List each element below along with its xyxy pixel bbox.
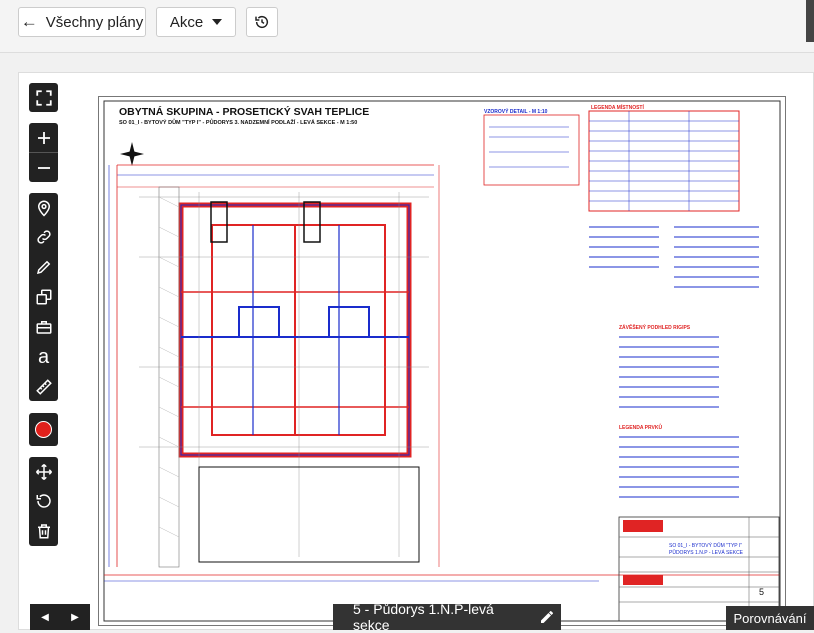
fullscreen-icon — [35, 89, 52, 106]
edit-tool-group — [29, 457, 58, 546]
edit-plan-button[interactable] — [533, 609, 561, 625]
history-button[interactable] — [246, 7, 278, 37]
elements-legend-title: LEGENDA PRVKŮ — [619, 425, 663, 431]
triangle-left-icon: ◀ — [41, 611, 49, 623]
pencil-icon — [540, 611, 553, 623]
previous-plan-button[interactable]: ◀ — [30, 604, 60, 630]
compass-icon — [120, 142, 144, 166]
measure-tool-button[interactable] — [29, 372, 58, 401]
plus-icon — [37, 131, 50, 144]
link-tool-button[interactable] — [29, 222, 58, 252]
zoom-out-button[interactable] — [29, 153, 58, 182]
color-tool-group — [29, 413, 58, 446]
pin-tool-button[interactable] — [29, 193, 58, 222]
sheet-number: 5 — [759, 587, 765, 597]
link-icon — [36, 230, 51, 244]
toolbox-tool-button[interactable] — [29, 312, 58, 342]
actions-dropdown[interactable]: Akce — [156, 7, 236, 37]
plan-sheet[interactable]: OBYTNÁ SKUPINA - PROSETICKÝ SVAH TEPLICE… — [98, 96, 786, 626]
shapes-icon — [36, 289, 51, 305]
stamp-line-1: SO 01_I - BYTOVÝ DŮM "TYP I" — [669, 543, 743, 549]
current-plan-label: 5 - Půdorys 1.N.P-levá sekce — [353, 601, 494, 633]
text-tool-button[interactable]: a — [29, 342, 58, 372]
top-right-panel-edge — [806, 0, 814, 42]
move-tool-button[interactable] — [29, 457, 58, 486]
current-plan-bar: 5 - Půdorys 1.N.P-levá sekce — [333, 601, 561, 633]
pencil-tool-button[interactable] — [29, 252, 58, 282]
rotate-tool-button[interactable] — [29, 486, 58, 516]
map-pin-icon — [37, 200, 50, 217]
trash-icon — [37, 524, 50, 539]
sheet-subtitle: SO 01_I - BYTOVÝ DŮM "TYP I" - PŮDORYS 3… — [119, 120, 358, 126]
compare-button[interactable]: Porovnávání — [726, 606, 814, 630]
all-plans-button[interactable]: ← Všechny plány — [18, 7, 146, 37]
next-plan-button[interactable]: ▶ — [60, 604, 90, 630]
zoom-tool-group — [29, 123, 58, 182]
page-navigation: ◀ ▶ — [30, 604, 90, 630]
legend-title: LEGENDA MÍSTNOSTÍ — [591, 105, 644, 111]
actions-label: Akce — [169, 13, 204, 31]
fullscreen-tool-group — [29, 83, 58, 112]
annotation-tool-group: a — [29, 193, 58, 401]
all-plans-label: Všechny plány — [45, 13, 144, 31]
triangle-right-icon: ▶ — [71, 611, 79, 623]
zoom-in-button[interactable] — [29, 123, 58, 153]
shape-tool-button[interactable] — [29, 282, 58, 312]
pencil-icon — [36, 260, 50, 275]
arrow-left-icon: ← — [20, 12, 38, 31]
color-picker-button[interactable] — [29, 413, 58, 446]
ruler-icon — [35, 378, 52, 395]
red-dot-icon — [35, 421, 52, 438]
fullscreen-button[interactable] — [29, 83, 58, 112]
ceiling-legend-title: ZÁVĚŠENÝ PODHLED RIGIPS — [619, 325, 691, 331]
delete-tool-button[interactable] — [29, 516, 58, 546]
detail-title: VZOROVÝ DETAIL - M 1:10 — [484, 109, 548, 115]
move-icon — [35, 463, 52, 480]
rotate-icon — [36, 494, 51, 508]
sheet-title: OBYTNÁ SKUPINA - PROSETICKÝ SVAH TEPLICE — [119, 106, 370, 118]
toolbox-icon — [36, 321, 51, 334]
text-a-icon: a — [37, 345, 50, 368]
minus-icon — [37, 166, 50, 169]
stamp-line-2: PŮDORYS 1.N.P - LEVÁ SEKCE — [669, 550, 744, 556]
caret-down-icon — [212, 19, 223, 25]
top-toolbar: ← Všechny plány Akce — [0, 0, 814, 53]
history-icon — [255, 15, 269, 29]
